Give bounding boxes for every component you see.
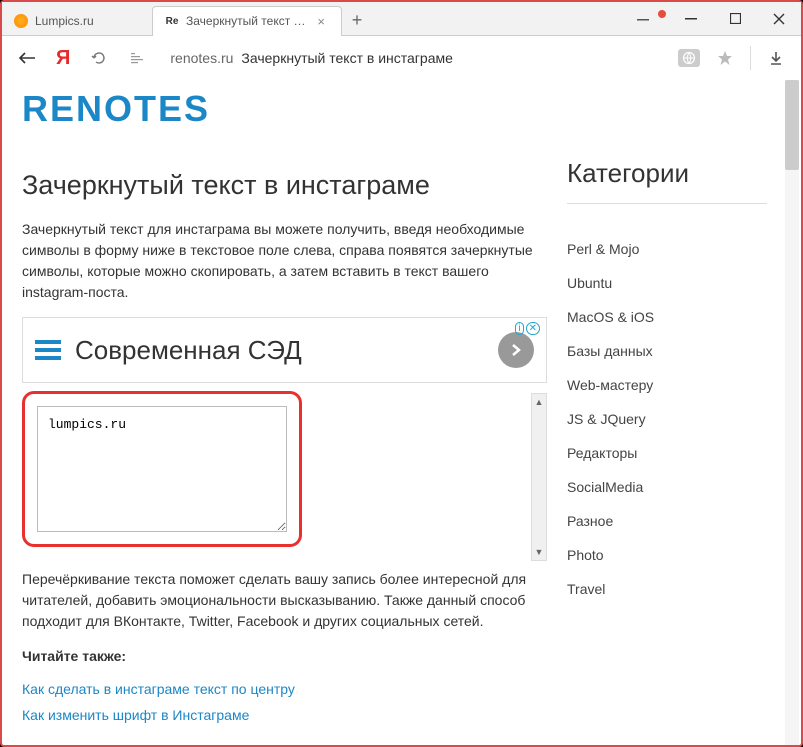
- ad-banner[interactable]: i✕ Современная СЭД: [22, 317, 547, 383]
- close-icon: [773, 13, 785, 25]
- downloads-button[interactable]: [763, 45, 789, 71]
- category-item[interactable]: SocialMedia: [567, 470, 767, 504]
- notification-dot-icon: [658, 10, 666, 18]
- url-title: Зачеркнутый текст в инстаграме: [241, 50, 452, 66]
- category-item[interactable]: Редакторы: [567, 436, 767, 470]
- window-controls: [625, 3, 801, 35]
- ad-next-button[interactable]: [498, 332, 534, 368]
- favicon-lumpics-icon: [14, 14, 28, 28]
- url-field[interactable]: renotes.ru Зачеркнутый текст в инстаграм…: [162, 43, 666, 73]
- also-read-heading: Читайте также:: [22, 646, 547, 667]
- minimize-icon: [685, 13, 697, 25]
- site-logo[interactable]: RENOTES: [22, 88, 547, 130]
- sidebar: Категории Perl & Mojo Ubuntu MacOS & iOS…: [567, 88, 767, 745]
- ad-title: Современная СЭД: [75, 335, 484, 366]
- site-info-icon[interactable]: [124, 45, 150, 71]
- notification-icon: [636, 12, 650, 26]
- page-content: RENOTES Зачеркнутый текст в инстаграме З…: [2, 80, 801, 745]
- scroll-up-icon[interactable]: ▲: [532, 394, 546, 410]
- favicon-renotes-icon: Re: [165, 14, 179, 28]
- tab-label: Зачеркнутый текст в инс: [186, 14, 311, 28]
- page-scrollbar[interactable]: [785, 80, 799, 745]
- category-item[interactable]: Perl & Mojo: [567, 232, 767, 266]
- scroll-down-icon[interactable]: ▼: [532, 544, 546, 560]
- category-item[interactable]: Базы данных: [567, 334, 767, 368]
- chevron-right-icon: [509, 343, 523, 357]
- browser-titlebar: Lumpics.ru Re Зачеркнутый текст в инс × …: [2, 2, 801, 36]
- download-icon: [768, 50, 784, 66]
- maximize-button[interactable]: [713, 3, 757, 35]
- translate-icon: [682, 51, 696, 65]
- reload-button[interactable]: [86, 45, 112, 71]
- category-list: Perl & Mojo Ubuntu MacOS & iOS Базы данн…: [567, 232, 767, 606]
- article-intro: Зачеркнутый текст для инстаграма вы може…: [22, 219, 547, 303]
- yandex-logo[interactable]: Я: [52, 47, 74, 70]
- tab-close-icon[interactable]: ×: [317, 14, 325, 29]
- related-link-2[interactable]: Как изменить шрифт в Инстаграме: [22, 707, 547, 723]
- category-item[interactable]: Ubuntu: [567, 266, 767, 300]
- hamburger-icon: [35, 340, 61, 360]
- category-item[interactable]: Разное: [567, 504, 767, 538]
- star-icon: [717, 50, 733, 66]
- category-item[interactable]: Travel: [567, 572, 767, 606]
- category-item[interactable]: Web-мастеру: [567, 368, 767, 402]
- related-link-1[interactable]: Как сделать в инстаграме текст по центру: [22, 681, 547, 697]
- tab-lumpics[interactable]: Lumpics.ru: [2, 6, 152, 36]
- reload-icon: [91, 50, 107, 66]
- highlight-annotation: [22, 391, 302, 547]
- category-item[interactable]: JS & JQuery: [567, 402, 767, 436]
- category-item[interactable]: Photo: [567, 538, 767, 572]
- bookmark-button[interactable]: [712, 45, 738, 71]
- close-button[interactable]: [757, 3, 801, 35]
- back-arrow-icon: [17, 50, 37, 66]
- scrollbar-thumb[interactable]: [785, 80, 799, 170]
- tab-label: Lumpics.ru: [35, 14, 136, 28]
- back-button[interactable]: [14, 45, 40, 71]
- article-outro: Перечёркивание текста поможет сделать ва…: [22, 569, 547, 632]
- ad-indicator-icon[interactable]: i✕: [515, 322, 540, 335]
- category-item[interactable]: MacOS & iOS: [567, 300, 767, 334]
- tab-renotes[interactable]: Re Зачеркнутый текст в инс ×: [152, 6, 342, 36]
- new-tab-button[interactable]: +: [342, 6, 372, 36]
- strikethrough-input[interactable]: [37, 406, 287, 532]
- address-bar: Я renotes.ru Зачеркнутый текст в инстагр…: [2, 36, 801, 80]
- sidebar-heading: Категории: [567, 158, 767, 204]
- widget-scrollbar[interactable]: ▲ ▼: [531, 393, 547, 561]
- tab-strip: Lumpics.ru Re Зачеркнутый текст в инс × …: [2, 2, 625, 36]
- minimize-button[interactable]: [669, 3, 713, 35]
- url-domain: renotes.ru: [170, 50, 233, 66]
- notification-button[interactable]: [625, 3, 669, 35]
- translate-button[interactable]: [678, 49, 700, 67]
- maximize-icon: [730, 13, 741, 24]
- article-title: Зачеркнутый текст в инстаграме: [22, 170, 547, 201]
